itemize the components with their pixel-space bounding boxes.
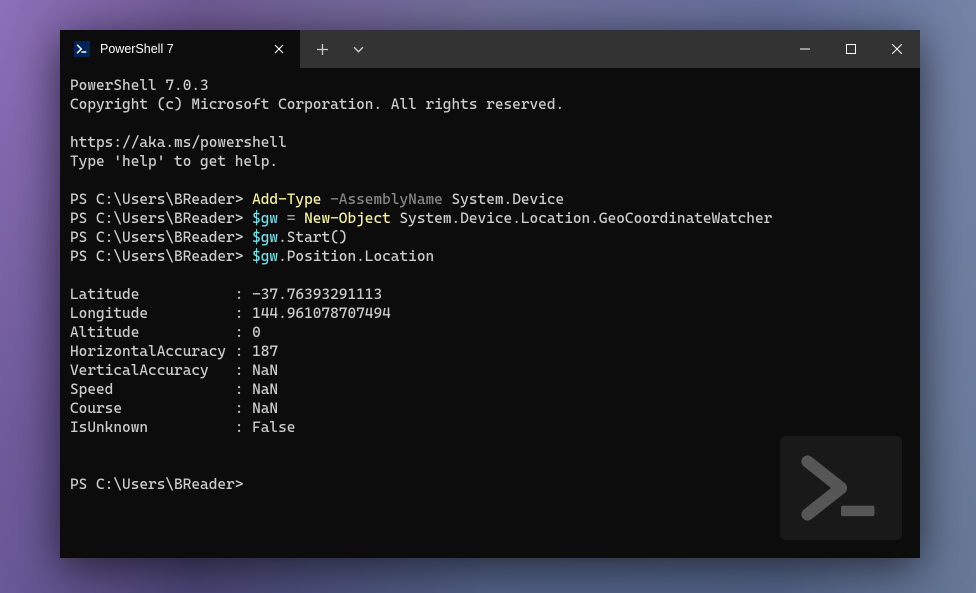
prompt-text: PS C:\Users\BReader> — [70, 210, 243, 227]
close-tab-button[interactable] — [268, 38, 290, 60]
window-controls — [782, 30, 920, 68]
version-line: PowerShell 7.0.3 — [70, 76, 910, 95]
command-line: PS C:\Users\BReader> $gw = New-Object Sy… — [70, 209, 910, 228]
variable: $gw — [252, 229, 278, 246]
maximize-button[interactable] — [828, 30, 874, 68]
output-line: Altitude : 0 — [70, 323, 910, 342]
minimize-button[interactable] — [782, 30, 828, 68]
titlebar-drag-region[interactable] — [376, 30, 782, 68]
parameter: -AssemblyName — [330, 191, 443, 208]
help-line: Type 'help' to get help. — [70, 152, 910, 171]
command-line: PS C:\Users\BReader> $gw.Position.Locati… — [70, 247, 910, 266]
new-tab-button[interactable] — [304, 30, 340, 68]
powershell-logo-icon — [780, 436, 902, 540]
titlebar[interactable]: PowerShell 7 — [60, 30, 920, 68]
close-window-button[interactable] — [874, 30, 920, 68]
variable: $gw — [252, 248, 278, 265]
prompt-text: PS C:\Users\BReader> — [70, 191, 243, 208]
command-line: PS C:\Users\BReader> Add-Type -AssemblyN… — [70, 190, 910, 209]
property-access: .Position.Location — [278, 248, 434, 265]
blank-line — [70, 171, 910, 190]
variable: $gw — [252, 210, 278, 227]
prompt-text: PS C:\Users\BReader> — [70, 229, 243, 246]
terminal-window: PowerShell 7 PowerShe — [60, 30, 920, 558]
output-line: VerticalAccuracy : NaN — [70, 361, 910, 380]
argument: System.Device.Location.GeoCoordinateWatc… — [399, 210, 772, 227]
cmdlet: Add-Type — [252, 191, 321, 208]
tab-actions — [300, 30, 376, 68]
output-line: Longitude : 144.961078707494 — [70, 304, 910, 323]
blank-line — [70, 114, 910, 133]
command-line: PS C:\Users\BReader> $gw.Start() — [70, 228, 910, 247]
argument: System.Device — [452, 191, 565, 208]
prompt-text: PS C:\Users\BReader> — [70, 476, 243, 493]
output-line: IsUnknown : False — [70, 418, 910, 437]
output-line: Speed : NaN — [70, 380, 910, 399]
method-call: .Start() — [278, 229, 347, 246]
blank-line — [70, 266, 910, 285]
powershell-icon — [74, 41, 90, 57]
tab-powershell[interactable]: PowerShell 7 — [60, 30, 300, 68]
url-line: https://aka.ms/powershell — [70, 133, 910, 152]
output-line: Course : NaN — [70, 399, 910, 418]
copyright-line: Copyright (c) Microsoft Corporation. All… — [70, 95, 910, 114]
output-line: Latitude : -37.76393291113 — [70, 285, 910, 304]
operator: = — [287, 210, 296, 227]
cmdlet: New-Object — [304, 210, 391, 227]
output-line: HorizontalAccuracy : 187 — [70, 342, 910, 361]
terminal-body[interactable]: PowerShell 7.0.3 Copyright (c) Microsoft… — [60, 68, 920, 558]
tab-title: PowerShell 7 — [100, 42, 258, 56]
tab-dropdown-button[interactable] — [340, 30, 376, 68]
prompt-text: PS C:\Users\BReader> — [70, 248, 243, 265]
